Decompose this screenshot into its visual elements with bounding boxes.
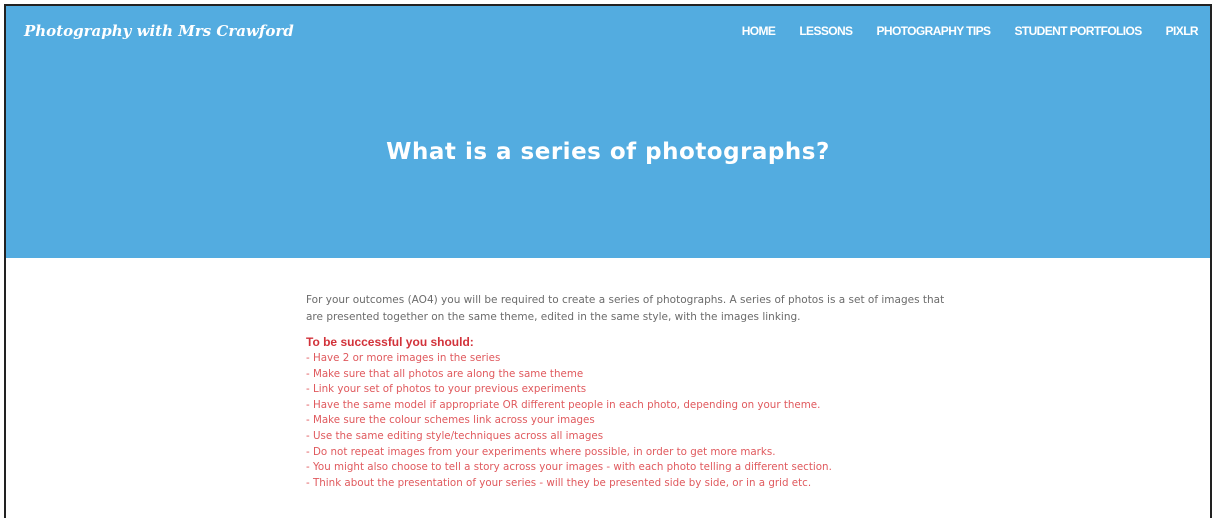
nav-item-home[interactable]: HOME xyxy=(742,24,776,38)
browser-frame: Photography with Mrs Crawford HOME LESSO… xyxy=(4,4,1212,518)
nav-item-lessons[interactable]: LESSONS xyxy=(799,24,853,38)
main-nav: HOME LESSONS PHOTOGRAPHY TIPS STUDENT PO… xyxy=(718,24,1199,38)
nav-item-student-portfolios[interactable]: STUDENT PORTFOLIOS xyxy=(1014,24,1142,38)
main-content: For your outcomes (AO4) you will be requ… xyxy=(306,292,946,491)
list-item: - Make sure the colour schemes link acro… xyxy=(306,414,595,427)
site-title[interactable]: Photography with Mrs Crawford xyxy=(24,22,294,40)
hero-banner: Photography with Mrs Crawford HOME LESSO… xyxy=(6,6,1210,258)
list-item: - Have the same model if appropriate OR … xyxy=(306,398,821,411)
page-title: What is a series of photographs? xyxy=(386,139,830,166)
list-item: - Do not repeat images from your experim… xyxy=(306,445,776,458)
intro-paragraph: For your outcomes (AO4) you will be requ… xyxy=(306,294,945,323)
list-item: - Have 2 or more images in the series xyxy=(306,352,501,364)
list-item: - Make sure that all photos are along th… xyxy=(306,367,584,380)
list-item: - You might also choose to tell a story … xyxy=(306,461,832,474)
criteria-list: - Have 2 or more images in the series - … xyxy=(306,351,946,491)
success-heading: To be successful you should: xyxy=(306,335,474,349)
nav-item-pixlr[interactable]: PIXLR xyxy=(1166,24,1199,38)
list-item: - Use the same editing style/techniques … xyxy=(306,429,604,442)
list-item: - Link your set of photos to your previo… xyxy=(306,383,587,396)
list-item: - Think about the presentation of your s… xyxy=(306,476,812,489)
nav-item-photography-tips[interactable]: PHOTOGRAPHY TIPS xyxy=(876,24,991,38)
